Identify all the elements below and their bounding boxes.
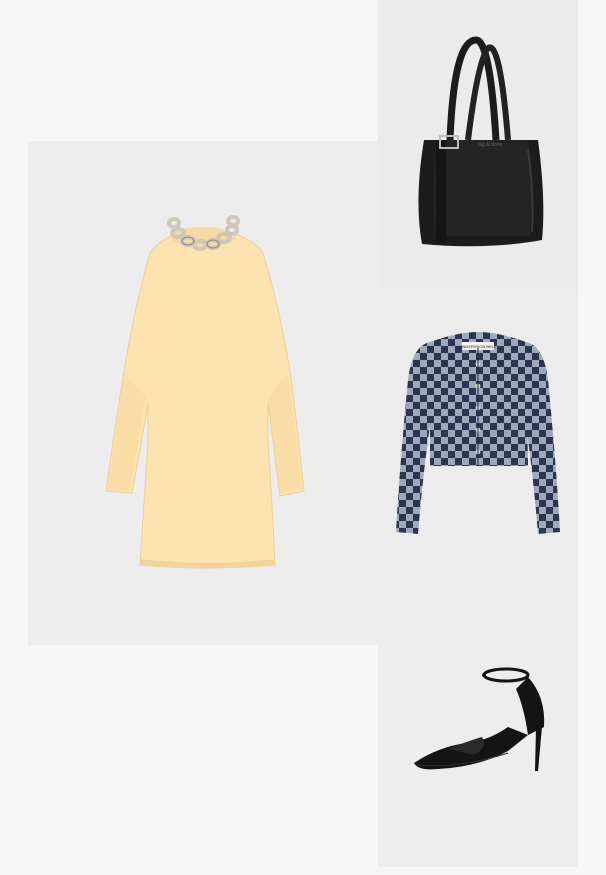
jacket-tile[interactable]: ANDERSSON BELL bbox=[378, 290, 578, 577]
bag-brand-stamp: rag & bone bbox=[478, 142, 503, 148]
checkerboard-jacket-image: ANDERSSON BELL bbox=[396, 332, 560, 534]
shoe-tile[interactable] bbox=[378, 577, 578, 867]
dress-tile[interactable] bbox=[28, 141, 378, 645]
black-tote-bag-image: rag & bone bbox=[418, 36, 544, 247]
bag-tile[interactable]: rag & bone bbox=[378, 0, 578, 290]
black-pump-image bbox=[414, 667, 545, 771]
cream-dress-image bbox=[105, 215, 305, 569]
